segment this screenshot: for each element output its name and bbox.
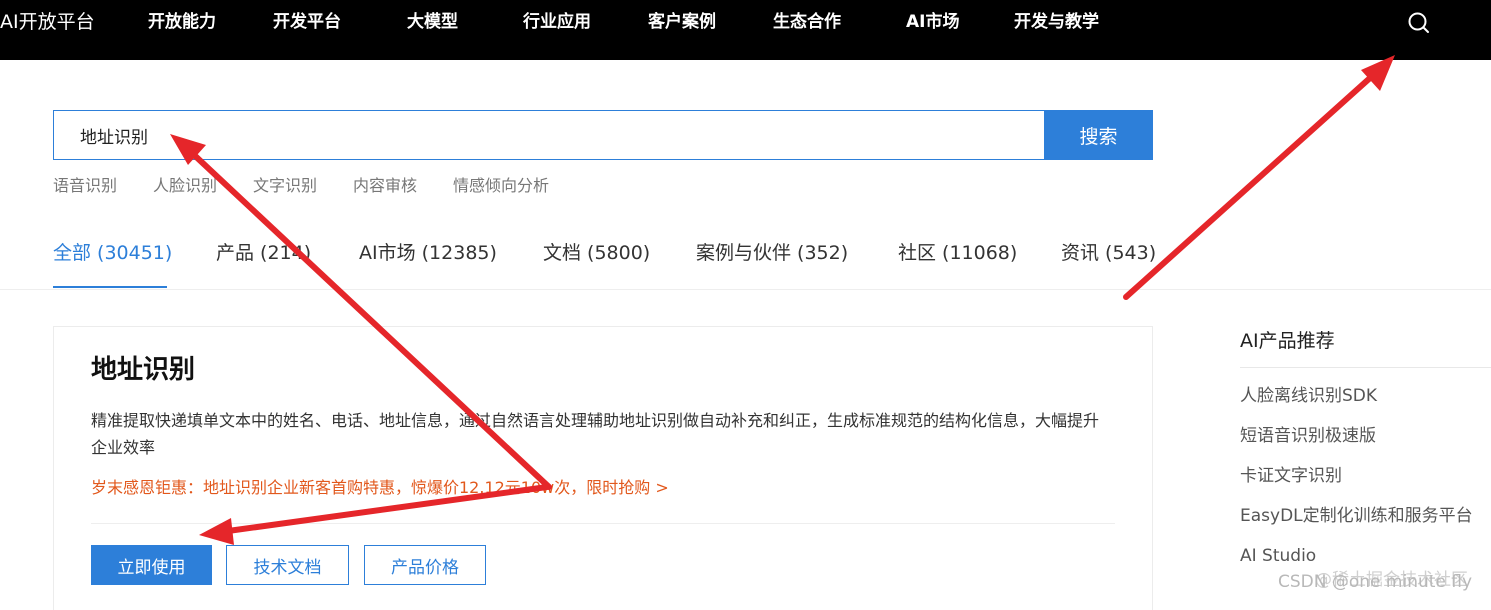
nav-item-customer-cases[interactable]: 客户案例 bbox=[648, 10, 716, 34]
arrow-to-search-icon bbox=[1123, 55, 1395, 300]
hot-tag-speech-recognition[interactable]: 语音识别 bbox=[53, 175, 117, 197]
product-price-button[interactable]: 产品价格 bbox=[364, 545, 486, 585]
hot-tag-sentiment-analysis[interactable]: 情感倾向分析 bbox=[453, 175, 549, 197]
sidebar-item-ai-studio[interactable]: AI Studio bbox=[1240, 545, 1316, 567]
sidebar-divider bbox=[1240, 367, 1491, 368]
tech-docs-button[interactable]: 技术文档 bbox=[226, 545, 349, 585]
top-nav-bar: AI开放平台 开放能力 开发平台 大模型 行业应用 客户案例 生态合作 AI市场… bbox=[0, 0, 1491, 60]
tab-products[interactable]: 产品 (214) bbox=[216, 240, 311, 266]
sidebar-item-card-ocr[interactable]: 卡证文字识别 bbox=[1240, 465, 1342, 487]
nav-item-industry-apps[interactable]: 行业应用 bbox=[523, 10, 591, 34]
nav-item-large-model[interactable]: 大模型 bbox=[407, 10, 458, 34]
sidebar-title: AI产品推荐 bbox=[1240, 330, 1335, 352]
sidebar-item-short-speech[interactable]: 短语音识别极速版 bbox=[1240, 425, 1376, 447]
tab-docs[interactable]: 文档 (5800) bbox=[543, 240, 650, 266]
tab-cases-partners[interactable]: 案例与伙伴 (352) bbox=[696, 240, 848, 266]
tab-community[interactable]: 社区 (11068) bbox=[898, 240, 1017, 266]
nav-item-ecosystem[interactable]: 生态合作 bbox=[773, 10, 841, 34]
active-tab-indicator bbox=[53, 286, 167, 288]
search-button[interactable]: 搜索 bbox=[1044, 110, 1153, 160]
hot-tag-face-recognition[interactable]: 人脸识别 bbox=[153, 175, 217, 197]
search-box bbox=[53, 110, 1044, 160]
hot-tag-content-review[interactable]: 内容审核 bbox=[353, 175, 417, 197]
brand-logo[interactable]: AI开放平台 bbox=[0, 10, 95, 34]
sidebar-item-easydl[interactable]: EasyDL定制化训练和服务平台 bbox=[1240, 505, 1473, 527]
result-card bbox=[53, 326, 1153, 610]
tab-all[interactable]: 全部 (30451) bbox=[53, 240, 172, 266]
search-icon[interactable] bbox=[1406, 10, 1432, 36]
result-title[interactable]: 地址识别 bbox=[91, 352, 195, 388]
tabs-divider bbox=[0, 289, 1491, 290]
nav-item-ai-market[interactable]: AI市场 bbox=[906, 10, 959, 34]
nav-item-open-capabilities[interactable]: 开放能力 bbox=[148, 10, 216, 34]
sidebar-item-face-offline-sdk[interactable]: 人脸离线识别SDK bbox=[1240, 385, 1377, 407]
hot-tag-text-recognition[interactable]: 文字识别 bbox=[253, 175, 317, 197]
search-input[interactable] bbox=[80, 111, 1020, 159]
tab-news[interactable]: 资讯 (543) bbox=[1061, 240, 1156, 266]
nav-item-dev-platform[interactable]: 开发平台 bbox=[273, 10, 341, 34]
tab-ai-market[interactable]: AI市场 (12385) bbox=[359, 240, 497, 266]
promo-link[interactable]: 岁末感恩钜惠：地址识别企业新客首购特惠，惊爆价12.12元10w次，限时抢购 > bbox=[91, 476, 669, 500]
result-description: 精准提取快递填单文本中的姓名、电话、地址信息，通过自然语言处理辅助地址识别做自动… bbox=[91, 411, 1100, 457]
watermark-csdn: CSDN @one minute fly bbox=[1278, 572, 1473, 592]
card-divider bbox=[91, 523, 1115, 524]
nav-item-dev-teaching[interactable]: 开发与教学 bbox=[1014, 10, 1099, 34]
use-now-button[interactable]: 立即使用 bbox=[91, 545, 212, 585]
